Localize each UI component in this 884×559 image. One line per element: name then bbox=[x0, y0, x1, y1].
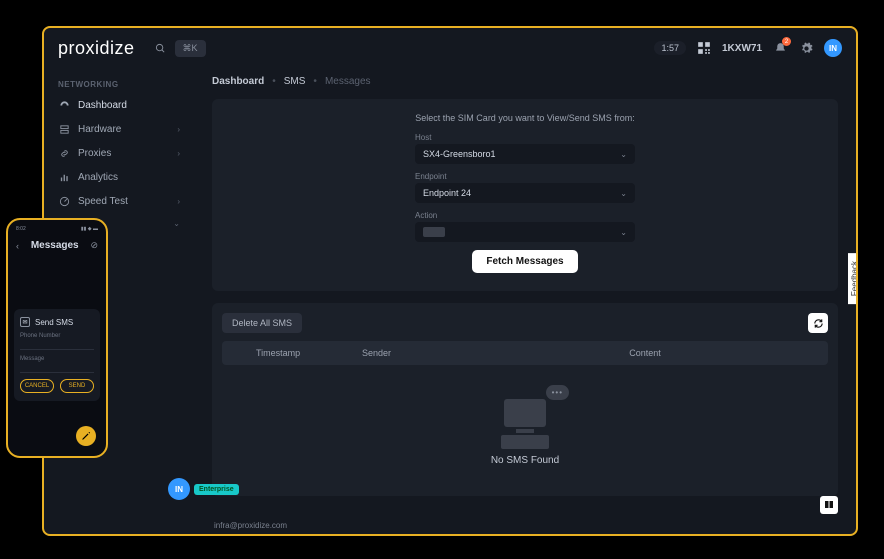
delete-all-button[interactable]: Delete All SMS bbox=[222, 313, 302, 333]
docs-icon[interactable] bbox=[820, 496, 838, 514]
keyboard-icon bbox=[501, 435, 549, 443]
enterprise-label: Enterprise bbox=[194, 484, 239, 495]
action-label: Action bbox=[415, 211, 635, 220]
empty-illustration: ••• bbox=[495, 389, 555, 441]
col-content: Content bbox=[472, 348, 818, 358]
send-button[interactable]: SEND bbox=[60, 379, 94, 393]
speech-bubble-icon: ••• bbox=[546, 385, 569, 400]
chevron-right-icon: › bbox=[177, 197, 180, 206]
monitor-icon bbox=[504, 399, 546, 427]
sidebar-label: Hardware bbox=[78, 124, 121, 135]
sidebar-section-label: NETWORKING bbox=[44, 76, 194, 93]
fetch-messages-button[interactable]: Fetch Messages bbox=[472, 250, 577, 273]
reload-button[interactable] bbox=[808, 313, 828, 333]
send-sms-card: ✉ Send SMS Phone Number Message CANCEL S… bbox=[14, 309, 100, 401]
phone-title: Messages bbox=[31, 240, 79, 251]
bell-icon[interactable]: 2 bbox=[772, 40, 788, 56]
chevron-right-icon: › bbox=[177, 125, 180, 134]
search-icon[interactable] bbox=[153, 40, 169, 56]
sidebar-item-proxies[interactable]: Proxies › bbox=[44, 141, 194, 165]
feedback-tab[interactable]: Feedback bbox=[848, 253, 858, 304]
phone-time: 8:02 bbox=[16, 226, 26, 234]
search-hotkey[interactable]: ⌘K bbox=[175, 40, 206, 57]
host-select[interactable]: SX4-Greensboro1 ⌄ bbox=[415, 144, 635, 164]
gear-icon[interactable] bbox=[798, 40, 814, 56]
sidebar-label: Speed Test bbox=[78, 196, 128, 207]
phone-signal-icon: ▮▮ ◆ ▬ bbox=[81, 226, 98, 234]
endpoint-label: Endpoint bbox=[415, 172, 635, 181]
avatar[interactable]: IN bbox=[824, 39, 842, 57]
col-sender: Sender bbox=[362, 348, 472, 358]
top-bar: proxidize ⌘K 1:57 1KXW71 2 IN bbox=[44, 28, 856, 68]
cancel-button[interactable]: CANCEL bbox=[20, 379, 54, 393]
user-id: 1KXW71 bbox=[722, 43, 762, 54]
chevron-down-icon: ⌄ bbox=[620, 189, 627, 198]
action-select[interactable]: ⌄ bbox=[415, 222, 635, 242]
phone-number-input[interactable] bbox=[20, 340, 94, 350]
chevron-down-icon: ⌄ bbox=[173, 219, 180, 228]
table-header: Timestamp Sender Content bbox=[222, 341, 828, 365]
chevron-down-icon: ⌄ bbox=[620, 228, 627, 237]
phone-status-bar: 8:02 ▮▮ ◆ ▬ bbox=[14, 226, 100, 234]
enterprise-badge[interactable]: IN Enterprise bbox=[168, 478, 239, 500]
back-icon[interactable]: ‹ bbox=[16, 241, 19, 251]
chevron-right-icon: › bbox=[177, 149, 180, 158]
crumb-sms[interactable]: SMS bbox=[284, 76, 306, 87]
footer-email: infra@proxidize.com bbox=[214, 521, 287, 530]
sidebar-item-dashboard[interactable]: Dashboard bbox=[44, 93, 194, 117]
sim-select-panel: Select the SIM Card you want to View/Sen… bbox=[212, 99, 838, 291]
host-value: SX4-Greensboro1 bbox=[423, 149, 496, 159]
endpoint-value: Endpoint 24 bbox=[423, 188, 471, 198]
empty-state: ••• No SMS Found bbox=[222, 365, 828, 486]
link-icon bbox=[58, 147, 70, 159]
speed-icon bbox=[58, 195, 70, 207]
host-label: Host bbox=[415, 133, 635, 142]
empty-text: No SMS Found bbox=[491, 455, 559, 466]
crumb-messages: Messages bbox=[325, 76, 371, 87]
phone-header: ‹ Messages ⊘ bbox=[14, 234, 100, 255]
sidebar-label: Proxies bbox=[78, 148, 111, 159]
qr-icon[interactable] bbox=[696, 40, 712, 56]
message-label: Message bbox=[20, 356, 94, 362]
bars-icon bbox=[58, 171, 70, 183]
endpoint-select[interactable]: Endpoint 24 ⌄ bbox=[415, 183, 635, 203]
phone-mockup: 8:02 ▮▮ ◆ ▬ ‹ Messages ⊘ ✉ Send SMS Phon… bbox=[6, 218, 108, 458]
fab-compose[interactable] bbox=[76, 426, 96, 446]
notification-badge: 2 bbox=[782, 37, 791, 46]
sidebar-label: Analytics bbox=[78, 172, 118, 183]
logo: proxidize bbox=[58, 38, 135, 59]
col-timestamp: Timestamp bbox=[232, 348, 362, 358]
block-icon[interactable]: ⊘ bbox=[90, 240, 98, 251]
sidebar-label: Dashboard bbox=[78, 100, 127, 111]
message-icon: ✉ bbox=[20, 317, 30, 327]
main-content: Dashboard • SMS • Messages Select the SI… bbox=[194, 68, 856, 534]
phone-number-label: Phone Number bbox=[20, 333, 94, 339]
chevron-down-icon: ⌄ bbox=[620, 150, 627, 159]
desktop-app-window: proxidize ⌘K 1:57 1KXW71 2 IN bbox=[42, 26, 858, 536]
enterprise-avatar: IN bbox=[168, 478, 190, 500]
gauge-icon bbox=[58, 99, 70, 111]
sidebar-item-analytics[interactable]: Analytics bbox=[44, 165, 194, 189]
panel-title: Select the SIM Card you want to View/Sen… bbox=[226, 113, 824, 123]
action-value bbox=[423, 227, 445, 237]
server-icon bbox=[58, 123, 70, 135]
sidebar-item-speedtest[interactable]: Speed Test › bbox=[44, 189, 194, 213]
time-pill: 1:57 bbox=[654, 41, 686, 55]
breadcrumb: Dashboard • SMS • Messages bbox=[212, 72, 838, 99]
send-sms-title: Send SMS bbox=[35, 318, 73, 327]
message-input[interactable] bbox=[20, 363, 94, 373]
sidebar-item-hardware[interactable]: Hardware › bbox=[44, 117, 194, 141]
crumb-dashboard[interactable]: Dashboard bbox=[212, 76, 264, 87]
sms-table-panel: Delete All SMS Timestamp Sender Content … bbox=[212, 303, 838, 496]
